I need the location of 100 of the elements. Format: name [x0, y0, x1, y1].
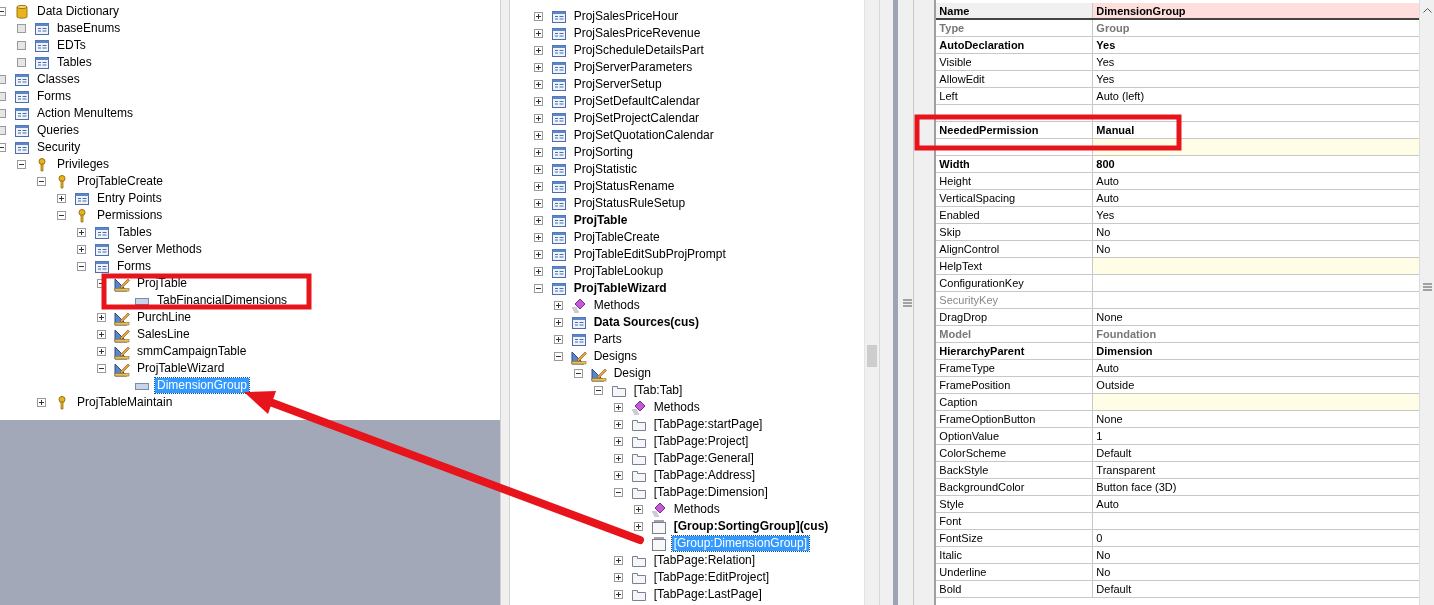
collapse-icon[interactable] [57, 211, 66, 220]
tree-item[interactable]: ProjTableLookup [571, 264, 666, 279]
tree-item[interactable]: [Tab:Tab] [631, 383, 685, 398]
property-value[interactable]: Manual [1093, 122, 1419, 138]
property-value[interactable]: No [1093, 241, 1419, 257]
expand-icon[interactable] [97, 313, 106, 322]
tree-item[interactable]: ProjServerParameters [571, 60, 695, 75]
tree-item[interactable]: ProjTable [135, 276, 190, 291]
tree-item[interactable]: PurchLine [135, 310, 194, 325]
scroll-thumb[interactable] [867, 345, 878, 367]
tree-item[interactable]: Methods [591, 298, 642, 313]
property-value[interactable]: Yes [1093, 207, 1419, 223]
expand-icon[interactable] [533, 165, 543, 174]
property-value[interactable]: Auto [1093, 496, 1419, 512]
tree-item[interactable]: ProjScheduleDetailsPart [571, 43, 706, 58]
tree-item[interactable]: ProjSorting [571, 145, 636, 160]
tree-item[interactable]: [TabPage:Project] [651, 434, 751, 449]
tree-item[interactable]: Action MenuItems [35, 106, 136, 121]
tree-item[interactable]: ProjStatusRename [571, 179, 677, 194]
property-value[interactable]: No [1093, 547, 1419, 563]
tree-item[interactable]: [TabPage:Dimension] [651, 485, 770, 500]
tree-item[interactable]: Tables [55, 55, 94, 70]
expand-icon[interactable] [633, 505, 643, 514]
collapse-icon[interactable] [593, 386, 603, 395]
tree-item[interactable]: ProjSalesPriceRevenue [571, 26, 703, 41]
property-value[interactable]: Transparent [1093, 462, 1419, 478]
tree-item[interactable]: Methods [651, 400, 702, 415]
tree-item[interactable]: Classes [35, 72, 82, 87]
tree-item[interactable]: Security [35, 140, 83, 155]
tree-item[interactable]: EDTs [55, 38, 88, 53]
tree-item[interactable]: [TabPage:Address] [651, 468, 758, 483]
expand-icon[interactable] [613, 403, 623, 412]
property-value[interactable]: None [1093, 309, 1419, 325]
expand-icon[interactable] [77, 245, 86, 254]
tree-item[interactable]: Designs [591, 349, 639, 364]
tree-item[interactable]: [TabPage:General] [651, 451, 756, 466]
property-value[interactable] [1093, 139, 1419, 155]
tree-item[interactable]: ProjTableCreate [571, 230, 662, 245]
expand-icon[interactable] [533, 46, 543, 55]
property-value[interactable]: Auto [1093, 173, 1419, 189]
scrollbar[interactable] [1419, 0, 1434, 605]
tree-item[interactable]: Parts [591, 332, 624, 347]
tree-item[interactable]: Entry Points [95, 191, 164, 206]
tree-item[interactable]: smmCampaignTable [135, 344, 249, 359]
property-value[interactable]: Group [1093, 20, 1419, 36]
property-value[interactable]: Auto (left) [1093, 88, 1419, 104]
grip-icon[interactable] [1422, 283, 1432, 291]
collapse-icon[interactable] [613, 488, 623, 497]
expand-icon[interactable] [533, 182, 543, 191]
tree-item[interactable]: Queries [35, 123, 82, 138]
property-value[interactable]: 800 [1093, 156, 1419, 172]
tree-item[interactable]: SalesLine [135, 327, 192, 342]
expand-icon[interactable] [613, 420, 623, 429]
expand-icon[interactable] [613, 437, 623, 446]
tree-item[interactable]: Permissions [95, 208, 165, 223]
collapse-icon[interactable] [553, 352, 563, 361]
expand-icon[interactable] [533, 63, 543, 72]
property-value[interactable]: 0 [1093, 530, 1419, 546]
tree-item[interactable]: Methods [671, 502, 722, 517]
property-value[interactable]: 1 [1093, 428, 1419, 444]
expand-icon[interactable] [533, 267, 543, 276]
tree-item[interactable]: Privileges [55, 157, 112, 172]
expand-icon[interactable] [533, 199, 543, 208]
property-value[interactable]: Button face (3D) [1093, 479, 1419, 495]
tree-item[interactable]: Server Methods [115, 242, 204, 257]
expand-icon[interactable] [633, 522, 643, 531]
expand-icon[interactable] [533, 114, 543, 123]
expand-icon[interactable] [533, 131, 543, 140]
property-value[interactable]: Yes [1093, 37, 1419, 53]
tree-item[interactable]: Tables [115, 225, 154, 240]
expand-icon[interactable] [553, 335, 563, 344]
tree-item[interactable]: [TabPage:LastPage] [651, 587, 764, 602]
tree-item[interactable]: ProjTableMaintain [75, 395, 175, 410]
tree-item[interactable]: ProjTableWizard [571, 281, 669, 296]
expand-icon[interactable] [97, 347, 106, 356]
collapse-icon[interactable] [17, 160, 26, 169]
property-value[interactable]: No [1093, 564, 1419, 580]
tree-item[interactable]: ProjServerSetup [571, 77, 664, 92]
expand-icon[interactable] [553, 318, 563, 327]
tree-item[interactable]: TabFinancialDimensions [155, 293, 290, 308]
expand-icon[interactable] [533, 29, 543, 38]
tree-item[interactable]: ProjTableWizard [135, 361, 227, 376]
property-value[interactable]: Yes [1093, 54, 1419, 70]
collapse-icon[interactable] [573, 369, 583, 378]
expand-icon[interactable] [533, 148, 543, 157]
expand-icon[interactable] [77, 228, 86, 237]
expand-icon[interactable] [533, 216, 543, 225]
property-value[interactable]: None [1093, 411, 1419, 427]
expand-icon[interactable] [37, 398, 46, 407]
tree-item[interactable]: ProjStatistic [571, 162, 639, 177]
tree-item[interactable]: ProjTableCreate [75, 174, 166, 189]
property-value[interactable]: Auto [1093, 360, 1419, 376]
collapse-icon[interactable] [77, 262, 86, 271]
tree-item[interactable]: [TabPage:Relation] [651, 553, 758, 568]
tree-item[interactable]: [Group:SortingGroup](cus) [671, 519, 831, 534]
tree-item[interactable]: ProjSetDefaultCalendar [571, 94, 702, 109]
expand-icon[interactable] [533, 250, 543, 259]
property-value[interactable]: Default [1093, 581, 1419, 597]
expand-icon[interactable] [533, 233, 543, 242]
tree-item[interactable]: ProjTable [571, 213, 630, 228]
